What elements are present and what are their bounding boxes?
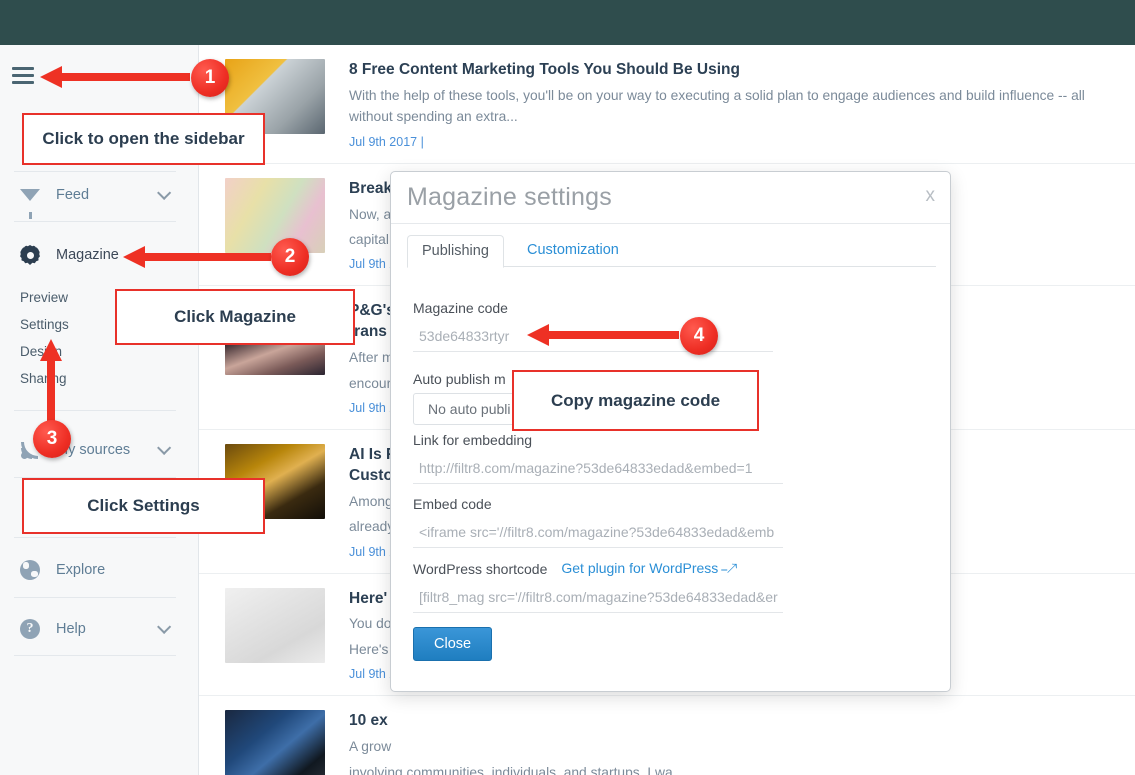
external-link-icon: ⎯↗ bbox=[721, 562, 737, 576]
chevron-down-icon[interactable] bbox=[157, 440, 172, 455]
field-label: Embed code bbox=[413, 496, 492, 512]
sidebar-item-label: Feed bbox=[56, 187, 90, 203]
gear-icon bbox=[18, 243, 42, 267]
field-label: WordPress shortcode bbox=[413, 560, 548, 577]
annotation-arrow-1 bbox=[40, 65, 190, 88]
sidebar-item-my-sources[interactable]: My sources bbox=[0, 428, 199, 472]
annotation-arrow-4 bbox=[527, 323, 679, 346]
article-list-item[interactable]: 10 ex A grow involving communities, indi… bbox=[199, 696, 1135, 775]
annotation-badge-1: 1 bbox=[191, 59, 229, 97]
dialog-tabs: Publishing Customization bbox=[407, 235, 936, 268]
sidebar-sublink-settings[interactable]: Settings bbox=[20, 317, 69, 332]
annotation-badge-2: 2 bbox=[271, 238, 309, 276]
field-magazine-code: Magazine code 53de64833rtyr bbox=[413, 300, 773, 352]
article-meta[interactable]: Jul 9th 2017 | bbox=[349, 135, 1115, 149]
dialog-header: Magazine settings x bbox=[391, 172, 950, 224]
chevron-down-icon[interactable] bbox=[157, 185, 172, 200]
sidebar-item-label: Explore bbox=[56, 562, 106, 578]
article-description: A grow bbox=[349, 739, 392, 755]
sidebar-divider bbox=[14, 537, 176, 538]
wordpress-shortcode-input[interactable]: [filtr8_mag src='//filtr8.com/magazine?5… bbox=[413, 583, 783, 613]
top-header-bar bbox=[0, 0, 1135, 45]
field-embed-code: Embed code <iframe src='//filtr8.com/mag… bbox=[413, 496, 783, 548]
embed-link-input[interactable]: http://filtr8.com/magazine?53de64833edad… bbox=[413, 454, 783, 484]
sidebar-divider bbox=[14, 221, 176, 222]
field-wordpress-shortcode: WordPress shortcode Get plugin for WordP… bbox=[413, 560, 783, 613]
auto-publish-select[interactable]: No auto publi bbox=[413, 393, 526, 425]
sidebar-item-label: Magazine bbox=[56, 247, 119, 263]
annotation-callout-3: Click Settings bbox=[22, 478, 265, 534]
sidebar-item-feed[interactable]: Feed bbox=[0, 173, 199, 219]
annotation-callout-2: Click Magazine bbox=[115, 289, 355, 345]
sidebar-item-help[interactable]: ? Help bbox=[0, 607, 199, 651]
article-title[interactable]: 8 Free Content Marketing Tools You Shoul… bbox=[349, 60, 1115, 81]
tab-publishing[interactable]: Publishing bbox=[407, 235, 504, 268]
article-list-item[interactable]: 8 Free Content Marketing Tools You Shoul… bbox=[199, 45, 1135, 164]
dialog-title: Magazine settings bbox=[407, 183, 612, 211]
get-wordpress-plugin-link[interactable]: Get plugin for WordPress ⎯↗ bbox=[561, 560, 737, 577]
app-root: Feed Magazine Preview Settings Design Sh… bbox=[0, 0, 1135, 775]
field-link-for-embedding: Link for embedding http://filtr8.com/mag… bbox=[413, 432, 783, 484]
article-title[interactable]: 10 ex bbox=[349, 711, 1115, 732]
annotation-badge-3: 3 bbox=[33, 420, 71, 458]
sidebar-divider bbox=[14, 655, 176, 656]
sidebar-item-explore[interactable]: Explore bbox=[0, 548, 199, 592]
article-thumbnail bbox=[225, 710, 325, 775]
field-label: Magazine code bbox=[413, 300, 508, 316]
annotation-badge-4: 4 bbox=[680, 317, 718, 355]
article-description-line2: involving communities, individuals, and … bbox=[349, 764, 685, 775]
field-label: Link for embedding bbox=[413, 432, 533, 448]
article-description: With the help of these tools, you'll be … bbox=[349, 87, 1085, 125]
chevron-down-icon[interactable] bbox=[157, 619, 172, 634]
article-thumbnail bbox=[225, 177, 325, 253]
article-thumbnail bbox=[225, 587, 325, 663]
sidebar-divider bbox=[14, 410, 176, 411]
tab-customization[interactable]: Customization bbox=[513, 235, 633, 268]
sidebar-divider bbox=[14, 171, 176, 172]
globe-icon bbox=[18, 558, 42, 582]
link-text: Get plugin for WordPress bbox=[561, 560, 719, 576]
annotation-callout-4: Copy magazine code bbox=[512, 370, 759, 431]
sidebar-sublink-preview[interactable]: Preview bbox=[20, 290, 68, 305]
sidebar-item-label: Help bbox=[56, 621, 86, 637]
funnel-icon bbox=[18, 183, 42, 219]
close-icon[interactable]: x bbox=[926, 185, 936, 207]
annotation-arrow-2 bbox=[123, 245, 271, 268]
menu-icon[interactable] bbox=[12, 67, 34, 84]
field-label-row: WordPress shortcode Get plugin for WordP… bbox=[413, 560, 783, 577]
sidebar-divider bbox=[14, 597, 176, 598]
annotation-callout-1: Click to open the sidebar bbox=[22, 113, 265, 165]
close-button[interactable]: Close bbox=[413, 627, 493, 661]
magazine-settings-dialog: Magazine settings x Publishing Customiza… bbox=[390, 171, 951, 692]
question-circle-icon: ? bbox=[18, 617, 42, 641]
embed-code-input[interactable]: <iframe src='//filtr8.com/magazine?53de6… bbox=[413, 518, 783, 548]
